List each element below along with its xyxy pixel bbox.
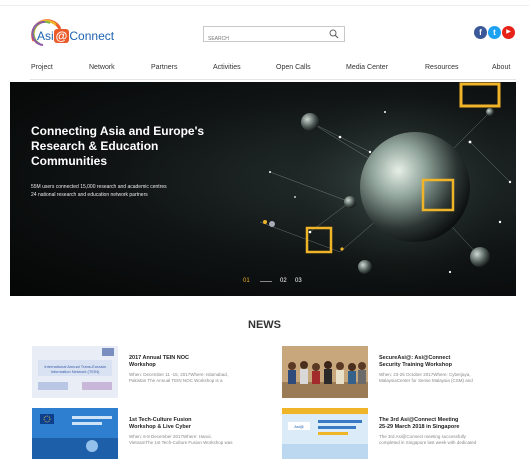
news-title: 2017 Annual TEIN NOC Workshop xyxy=(129,355,190,368)
news-thumbnail: Asi@ xyxy=(282,408,368,459)
news-thumbnail xyxy=(32,408,118,459)
news-title: SecureAsi@: Asi@Connect Security Trainin… xyxy=(379,355,452,368)
news-description: When: December 11 -15, 2017Where: Islama… xyxy=(129,372,228,383)
search-icon[interactable] xyxy=(329,29,339,39)
slide-indicator-2[interactable]: 02 xyxy=(280,278,287,284)
nav-item-project[interactable]: Project xyxy=(31,64,53,71)
slide-indicator-1[interactable]: 01 xyxy=(243,278,250,284)
news-thumbnail: International Annual Trans-Eurasia Infor… xyxy=(32,346,118,398)
asiconnect-logo[interactable]: Asi @ Connect xyxy=(30,19,130,49)
youtube-icon[interactable]: ▶ xyxy=(502,26,515,39)
news-title: 1st Tech-Culture Fusion Workshop & Live … xyxy=(129,417,192,430)
nav-item-about[interactable]: About xyxy=(492,64,510,71)
nav-item-network[interactable]: Network xyxy=(89,64,115,71)
news-card[interactable]: SecureAsi@: Asi@Connect Security Trainin… xyxy=(282,346,522,400)
hero-title: Connecting Asia and Europe's Research & … xyxy=(31,124,205,168)
hero-subtitle: 55M users connected 15,000 research and … xyxy=(31,184,167,198)
nav-item-activities[interactable]: Activities xyxy=(213,64,241,71)
top-border xyxy=(0,0,529,6)
facebook-icon[interactable]: f xyxy=(474,26,487,39)
nav-divider xyxy=(30,79,516,80)
news-card[interactable]: 1st Tech-Culture Fusion Workshop & Live … xyxy=(32,408,272,459)
news-thumbnail xyxy=(282,346,368,398)
news-heading: NEWS xyxy=(248,319,281,331)
hero-banner[interactable]: Connecting Asia and Europe's Research & … xyxy=(10,82,516,296)
logo-text: Asi @ Connect xyxy=(37,29,115,43)
news-description: When: 23-25 October 2017Where: Cyberjaya… xyxy=(379,372,473,383)
news-card[interactable]: Asi@ The 3rd Asi@Connect Meeting 25-29 M… xyxy=(282,408,522,459)
nav-item-partners[interactable]: Partners xyxy=(151,64,177,71)
nav-item-open-calls[interactable]: Open Calls xyxy=(276,64,311,71)
nav-item-media-center[interactable]: Media Center xyxy=(346,64,388,71)
news-description: The 3rd Asi@Connect meeting successfully… xyxy=(379,434,477,445)
news-title: The 3rd Asi@Connect Meeting 25-29 March … xyxy=(379,417,460,430)
svg-text:Asi@: Asi@ xyxy=(294,424,304,429)
slide-progress-line xyxy=(260,281,272,282)
svg-text:Information Network (TEIN): Information Network (TEIN) xyxy=(51,369,100,374)
slide-indicator-3[interactable]: 03 xyxy=(295,278,302,284)
main-nav: Project Network Partners Activities Open… xyxy=(0,64,529,78)
twitter-icon[interactable]: t xyxy=(488,26,501,39)
search-input[interactable] xyxy=(204,32,322,46)
nav-item-resources[interactable]: Resources xyxy=(425,64,458,71)
search-box[interactable] xyxy=(203,26,345,46)
news-card[interactable]: International Annual Trans-Eurasia Infor… xyxy=(32,346,272,400)
news-description: When: 6-8 December 2017Where: Hanoi, Vie… xyxy=(129,434,233,445)
